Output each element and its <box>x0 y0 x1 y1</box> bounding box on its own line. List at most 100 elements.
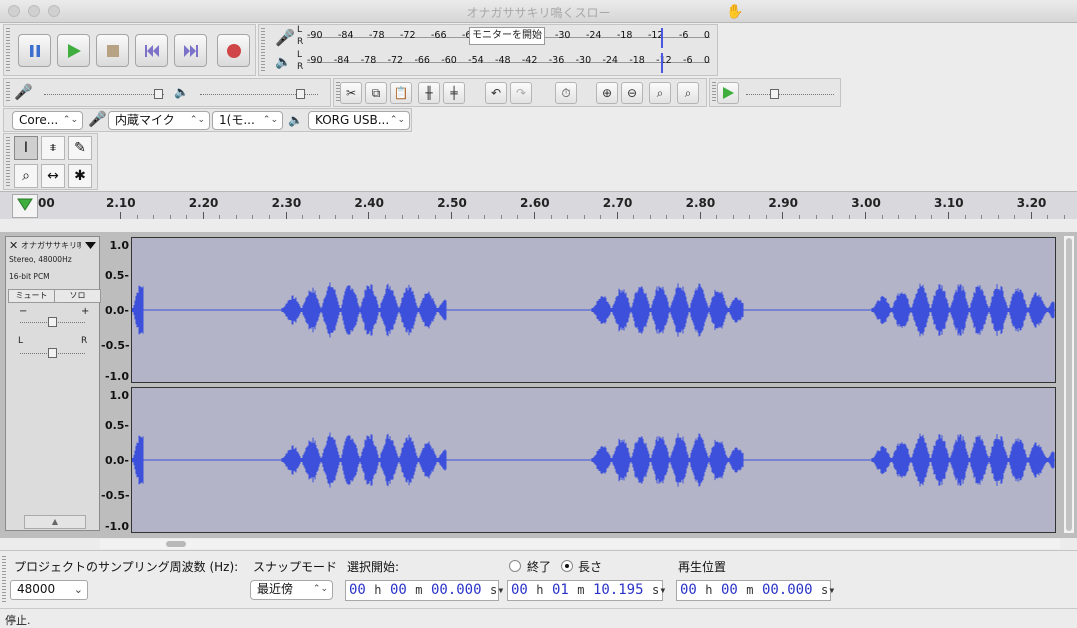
input-volume-slider[interactable] <box>44 94 164 96</box>
zoom-out-button[interactable]: ⊖ <box>621 82 643 104</box>
sync-lock-button[interactable]: ⏱ <box>555 82 577 104</box>
horizontal-scroll-thumb[interactable] <box>166 541 186 547</box>
end-radio[interactable] <box>509 560 521 572</box>
waveform-graph <box>131 432 1055 488</box>
playback-meter[interactable]: -90 -84 -78 -72 -66 -60 -54 -48 -42 -36 -30 -24 -18-… <box>307 53 710 73</box>
microphone-icon[interactable]: 🎤 <box>275 28 295 47</box>
ruler-major-tick <box>865 212 867 219</box>
output-volume-thumb[interactable] <box>296 89 305 99</box>
amplitude-scale-label: 0.0- <box>104 454 129 467</box>
zoom-in-button[interactable]: ⊕ <box>596 82 618 104</box>
length-radio[interactable] <box>561 560 573 572</box>
record-meter-channel-r: R <box>297 37 304 47</box>
play-at-speed-toolbar <box>709 78 841 107</box>
collapse-track-button[interactable]: ▲ <box>24 515 86 529</box>
playback-speed-slider[interactable] <box>746 94 834 96</box>
snap-mode-select[interactable]: 最近傍 ⌃⌄ <box>250 580 333 600</box>
playback-speed-thumb[interactable] <box>770 89 779 99</box>
play-button[interactable] <box>57 34 90 67</box>
toolbar-grip[interactable] <box>712 82 716 103</box>
title-bar: オナガササキリ鳴くスロー ✋ <box>0 0 1077 23</box>
ruler-label: 3.20 <box>1016 196 1047 210</box>
meter-tick-label: -84 <box>333 55 350 66</box>
transport-toolbar <box>3 24 256 76</box>
mute-button[interactable]: ミュート <box>8 289 55 303</box>
ruler-major-tick <box>285 212 287 219</box>
close-track-button[interactable]: ✕ <box>9 240 21 252</box>
envelope-tool-button[interactable]: ⩨ <box>41 136 65 160</box>
ruler-label: 2.90 <box>768 196 798 210</box>
edit-toolbar: ✂ ⧉ 📋 ╫ ╪ ↶ ↷ ⏱ ⊕ ⊖ ⌕ ⌕ <box>333 78 707 107</box>
playback-meter-channel-r: R <box>297 62 304 72</box>
input-device-select[interactable]: 内蔵マイク ⌃⌄ <box>108 111 210 130</box>
solo-button[interactable]: ソロ <box>54 289 101 303</box>
gain-slider-thumb[interactable] <box>48 317 57 327</box>
fit-selection-icon: ⌕ <box>656 85 664 100</box>
trim-button[interactable]: ╫ <box>418 82 440 104</box>
ruler-label: 2.10 <box>106 196 136 210</box>
undo-button[interactable]: ↶ <box>485 82 507 104</box>
fit-project-button[interactable]: ⌕ <box>677 82 699 104</box>
ruler-major-tick <box>451 212 453 219</box>
pan-right-label: R <box>81 336 88 346</box>
project-rate-select[interactable]: 48000 ⌄ <box>10 580 88 600</box>
silence-button[interactable]: ╪ <box>443 82 465 104</box>
vertical-scroll-thumb[interactable] <box>1066 238 1072 531</box>
toolbar-grip[interactable] <box>6 28 10 72</box>
meter-tick-label: -30 <box>554 30 571 41</box>
audio-host-select[interactable]: Core... ⌃⌄ <box>12 111 83 130</box>
ruler-label: 2.30 <box>271 196 302 210</box>
record-button[interactable] <box>217 34 250 67</box>
vertical-scrollbar[interactable] <box>1064 236 1074 533</box>
track-name-menu[interactable]: オナガササキリ鳴 <box>21 239 81 253</box>
selection-start-time[interactable]: 00 h 00 m 00.000 s▾ <box>345 580 504 601</box>
toolbar-grip[interactable] <box>6 82 10 103</box>
meter-tick-label: -48 <box>495 55 511 66</box>
draw-tool-button[interactable]: ✎ <box>68 136 92 160</box>
skip-start-button[interactable] <box>135 34 168 67</box>
output-device-select[interactable]: KORG USB... ⌃⌄ <box>308 111 410 130</box>
ibeam-cursor-icon: I <box>23 140 29 156</box>
play-at-speed-button[interactable] <box>717 82 739 104</box>
start-monitoring-button[interactable]: モニターを開始 <box>469 27 545 45</box>
meter-tick-label: 0 <box>703 55 710 66</box>
meter-toolbar: 🎤 L R -90-84-78-72-66-60-36-30-24-18-12-… <box>258 24 718 76</box>
redo-button[interactable]: ↷ <box>510 82 532 104</box>
redo-icon: ↷ <box>515 86 527 100</box>
record-icon <box>226 43 241 58</box>
meter-tick-label: -36 <box>548 55 565 66</box>
meter-tick-label: -54 <box>468 55 484 66</box>
ruler-major-tick <box>534 212 535 219</box>
toolbar-grip[interactable] <box>2 556 6 604</box>
zoom-tool-button[interactable]: ⌕ <box>14 164 38 188</box>
left-channel-waveform[interactable] <box>131 237 1056 383</box>
pause-button[interactable] <box>18 34 51 67</box>
pan-slider-thumb[interactable] <box>48 348 57 358</box>
input-channels-select[interactable]: 1(モ... ⌃⌄ <box>212 111 283 130</box>
play-icon <box>723 87 734 99</box>
copy-button[interactable]: ⧉ <box>365 82 387 104</box>
multi-tool-button[interactable]: ✱ <box>68 164 92 188</box>
skip-end-button[interactable] <box>174 34 207 67</box>
ruler-major-tick <box>368 212 370 219</box>
fit-selection-button[interactable]: ⌕ <box>649 82 671 104</box>
time-shift-tool-button[interactable]: ↔ <box>41 164 65 188</box>
paste-button[interactable]: 📋 <box>390 82 412 104</box>
stop-button[interactable] <box>96 34 129 67</box>
selection-tool-button[interactable]: I <box>14 136 38 160</box>
right-channel-waveform[interactable] <box>131 387 1056 533</box>
ruler-major-tick <box>120 212 121 219</box>
toolbar-grip[interactable] <box>6 137 10 186</box>
meter-tick-label: 0 <box>703 30 710 41</box>
toolbar-grip[interactable] <box>261 28 265 72</box>
input-volume-thumb[interactable] <box>154 89 163 99</box>
horizontal-scrollbar[interactable] <box>100 539 1060 549</box>
track-menu-dropdown-icon[interactable] <box>85 242 96 249</box>
timeline-options-button[interactable] <box>12 194 38 218</box>
playback-position-time[interactable]: 00 h 00 m 00.000 s▾ <box>676 580 835 601</box>
timeline-ruler[interactable]: 00 2.10 2.20 2.30 2.40 2.50 2.60 2.70 2.80 2.90 3.… <box>0 191 1077 221</box>
stop-icon <box>106 44 119 57</box>
playback-meter-channel-l: L <box>297 50 303 60</box>
selection-length-time[interactable]: 00 h 01 m 10.195 s▾ <box>507 580 666 601</box>
cut-button[interactable]: ✂ <box>340 82 362 104</box>
